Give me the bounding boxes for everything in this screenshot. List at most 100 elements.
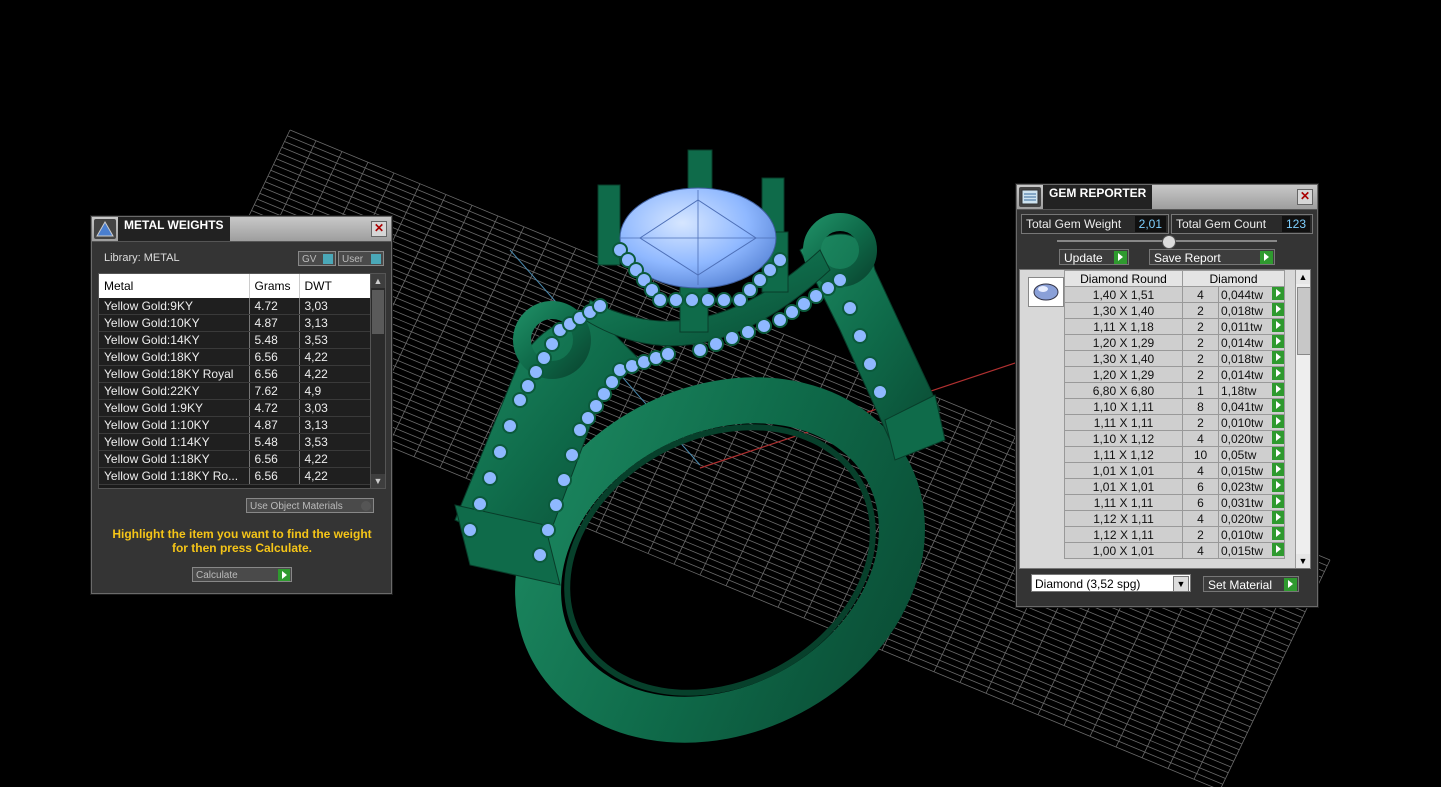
metal-weights-titlebar[interactable]: METAL WEIGHTS ✕	[92, 217, 391, 242]
close-icon[interactable]: ✕	[371, 221, 387, 237]
total-gem-count: Total Gem Count 123	[1171, 214, 1313, 234]
table-row[interactable]: Yellow Gold 1:18KY Ro... 6.56 4,22	[99, 467, 371, 485]
column-header-grams[interactable]: Grams	[249, 274, 300, 298]
cell-qty: 8	[1182, 398, 1219, 415]
table-row[interactable]: 1,11 X 1,11 6 0,031tw	[1064, 494, 1285, 511]
cell-wt: 0,020tw	[1218, 510, 1285, 527]
table-row[interactable]: 1,11 X 1,18 2 0,011tw	[1064, 318, 1285, 335]
cell-qty: 2	[1182, 414, 1219, 431]
play-icon[interactable]	[1272, 383, 1284, 396]
use-object-materials-toggle[interactable]: Use Object Materials	[246, 498, 374, 513]
play-icon[interactable]	[1272, 303, 1284, 316]
cell-qty: 4	[1182, 430, 1219, 447]
gem-list-scrollbar[interactable]: ▲ ▼	[1295, 270, 1310, 568]
scroll-down-icon[interactable]: ▼	[371, 474, 385, 488]
slider-knob[interactable]	[1162, 235, 1176, 249]
table-row[interactable]: Yellow Gold 1:9KY 4.72 3,03	[99, 399, 371, 417]
play-icon[interactable]	[1272, 495, 1284, 508]
scroll-thumb[interactable]	[372, 290, 384, 334]
table-row[interactable]: 1,00 X 1,01 4 0,015tw	[1064, 542, 1285, 559]
cell-wt: 0,015tw	[1218, 542, 1285, 559]
report-slider[interactable]	[1057, 235, 1277, 249]
play-icon[interactable]	[1272, 415, 1284, 428]
table-row[interactable]: 1,01 X 1,01 4 0,015tw	[1064, 462, 1285, 479]
metal-table[interactable]: Metal Grams DWT Yellow Gold:9KY 4.72 3,03 Y…	[98, 273, 386, 489]
table-row[interactable]: 1,30 X 1,40 2 0,018tw	[1064, 302, 1285, 319]
table-row[interactable]: Yellow Gold:18KY 6.56 4,22	[99, 348, 371, 366]
cell-weight-value: 0,010tw	[1221, 415, 1264, 430]
user-toggle[interactable]: User	[338, 251, 384, 266]
play-icon[interactable]	[1272, 319, 1284, 332]
table-row[interactable]: 1,40 X 1,51 4 0,044tw	[1064, 286, 1285, 303]
cell-weight-value: 0,031tw	[1221, 495, 1264, 510]
set-material-button[interactable]: Set Material	[1203, 576, 1299, 592]
metal-table-scrollbar[interactable]: ▲ ▼	[370, 274, 385, 488]
table-row[interactable]: Yellow Gold:22KY 7.62 4,9	[99, 382, 371, 400]
table-row[interactable]: 1,10 X 1,12 4 0,020tw	[1064, 430, 1285, 447]
material-select[interactable]: Diamond (3,52 spg) ▼	[1031, 574, 1191, 592]
gv-toggle[interactable]: GV	[298, 251, 336, 266]
play-icon[interactable]	[1272, 527, 1284, 540]
play-icon[interactable]	[1272, 463, 1284, 476]
cell-grams: 6.56	[249, 467, 300, 485]
cell-qty: 4	[1182, 510, 1219, 527]
play-icon[interactable]	[1272, 447, 1284, 460]
update-button[interactable]: Update	[1059, 249, 1129, 265]
play-icon[interactable]	[1272, 479, 1284, 492]
total-gem-weight-value: 2,01	[1134, 216, 1166, 232]
cell-wt: 0,031tw	[1218, 494, 1285, 511]
gem-table-header: Diamond Round Diamond	[1064, 270, 1285, 287]
column-header-material[interactable]: Diamond	[1182, 270, 1285, 287]
table-row[interactable]: Yellow Gold 1:14KY 5.48 3,53	[99, 433, 371, 451]
scroll-thumb[interactable]	[1297, 287, 1310, 355]
play-icon[interactable]	[1272, 287, 1284, 300]
cell-dwt: 4,22	[299, 348, 371, 366]
update-label: Update	[1064, 251, 1103, 265]
table-row[interactable]: 1,12 X 1,11 4 0,020tw	[1064, 510, 1285, 527]
table-row[interactable]: 1,30 X 1,40 2 0,018tw	[1064, 350, 1285, 367]
table-row[interactable]: 6,80 X 6,80 1 1,18tw	[1064, 382, 1285, 399]
table-row[interactable]: Yellow Gold:18KY Royal 6.56 4,22	[99, 365, 371, 383]
cell-size: 1,00 X 1,01	[1064, 542, 1183, 559]
table-row[interactable]: Yellow Gold 1:10KY 4.87 3,13	[99, 416, 371, 434]
total-gem-weight-label: Total Gem Weight	[1026, 217, 1122, 231]
table-row[interactable]: 1,11 X 1,11 2 0,010tw	[1064, 414, 1285, 431]
table-row[interactable]: Yellow Gold:14KY 5.48 3,53	[99, 331, 371, 349]
cell-size: 1,10 X 1,11	[1064, 398, 1183, 415]
scroll-up-icon[interactable]: ▲	[371, 274, 385, 288]
scroll-up-icon[interactable]: ▲	[1296, 270, 1310, 284]
cell-wt: 0,014tw	[1218, 334, 1285, 351]
save-report-button[interactable]: Save Report	[1149, 249, 1275, 265]
play-icon[interactable]	[1272, 431, 1284, 444]
table-row[interactable]: Yellow Gold:10KY 4.87 3,13	[99, 314, 371, 332]
close-icon[interactable]: ✕	[1297, 189, 1313, 205]
table-row[interactable]: 1,01 X 1,01 6 0,023tw	[1064, 478, 1285, 495]
play-icon[interactable]	[1272, 543, 1284, 556]
gem-list[interactable]: Diamond Round Diamond 1,40 X 1,51 4 0,044t…	[1019, 269, 1311, 569]
column-header-metal[interactable]: Metal	[99, 274, 250, 298]
cell-wt: 0,010tw	[1218, 414, 1285, 431]
play-icon[interactable]	[1272, 367, 1284, 380]
gem-reporter-titlebar[interactable]: GEM REPORTER ✕	[1017, 185, 1317, 210]
cell-qty: 2	[1182, 350, 1219, 367]
chevron-down-icon[interactable]: ▼	[1173, 576, 1189, 592]
column-header-dwt[interactable]: DWT	[299, 274, 371, 298]
play-icon[interactable]	[1272, 351, 1284, 364]
table-row[interactable]: 1,20 X 1,29 2 0,014tw	[1064, 366, 1285, 383]
cell-qty: 4	[1182, 462, 1219, 479]
play-icon	[1284, 578, 1297, 591]
cell-wt: 0,011tw	[1218, 318, 1285, 335]
play-icon[interactable]	[1272, 335, 1284, 348]
cell-grams: 7.62	[249, 382, 300, 400]
scroll-down-icon[interactable]: ▼	[1296, 554, 1310, 568]
play-icon[interactable]	[1272, 399, 1284, 412]
table-row[interactable]: 1,12 X 1,11 2 0,010tw	[1064, 526, 1285, 543]
calculate-button[interactable]: Calculate	[192, 567, 292, 582]
table-row[interactable]: 1,11 X 1,12 10 0,05tw	[1064, 446, 1285, 463]
table-row[interactable]: 1,10 X 1,11 8 0,041tw	[1064, 398, 1285, 415]
table-row[interactable]: Yellow Gold 1:18KY 6.56 4,22	[99, 450, 371, 468]
column-header-shape[interactable]: Diamond Round	[1064, 270, 1183, 287]
table-row[interactable]: Yellow Gold:9KY 4.72 3,03	[99, 298, 371, 315]
table-row[interactable]: 1,20 X 1,29 2 0,014tw	[1064, 334, 1285, 351]
play-icon[interactable]	[1272, 511, 1284, 524]
